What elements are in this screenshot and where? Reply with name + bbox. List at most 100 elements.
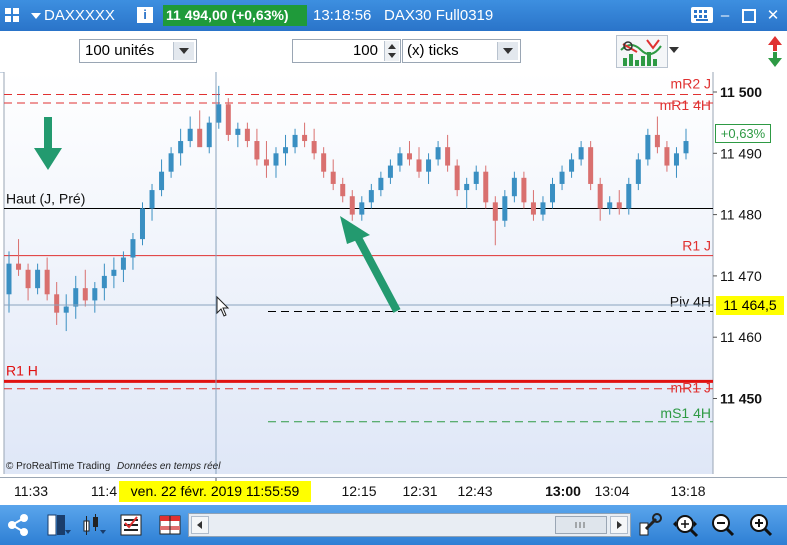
candle-body	[492, 202, 498, 221]
contract-name: DAX30 Full0319	[384, 7, 494, 24]
scroll-right-icon[interactable]	[610, 516, 628, 534]
list-icon[interactable]	[119, 513, 143, 537]
candle-body	[139, 208, 145, 240]
time-axis[interactable]: 11:33 11:4 12:15 12:31 12:43 13:00 13:04 13:18 …	[0, 477, 787, 506]
candles-icon[interactable]	[80, 513, 106, 537]
order-arrows-icon[interactable]	[764, 33, 786, 70]
candle-body	[673, 153, 679, 166]
dropdown-icon[interactable]	[31, 13, 41, 19]
level-label: R1 J	[682, 238, 711, 254]
candle-body	[120, 257, 126, 270]
wrench-icon[interactable]	[638, 513, 662, 537]
candle-body	[292, 134, 298, 148]
level-label: Piv 4H	[670, 293, 711, 309]
level-label: mR2 J	[671, 75, 711, 91]
symbol-name[interactable]: DAXXXXX	[44, 7, 115, 24]
candle-body	[445, 147, 451, 166]
candle-body	[101, 275, 107, 289]
candle-body	[225, 104, 231, 135]
candle-body	[6, 263, 12, 295]
watermark-brand: © ProRealTime Trading	[6, 461, 111, 472]
candle-body	[502, 196, 508, 221]
candle-body	[73, 288, 79, 307]
candlestick-chart[interactable]: mR2 J mR1 4H Haut (J, Pré) R1 J Piv 4H R1 H mR…	[0, 72, 787, 477]
candle-body	[406, 153, 412, 160]
candle-body	[44, 269, 50, 295]
horizontal-scrollbar[interactable]	[188, 513, 631, 537]
candle-body	[92, 288, 98, 301]
y-tick-label: 11 490	[720, 145, 762, 161]
zoom-in-icon[interactable]	[749, 513, 773, 537]
candle-body	[187, 128, 193, 142]
candle-body	[473, 171, 479, 184]
scroll-left-icon[interactable]	[191, 516, 209, 534]
candle-body	[511, 177, 517, 197]
x-tick-label: 11:4	[90, 483, 118, 499]
tick-count-value: 100	[352, 42, 378, 59]
quantity-select[interactable]: 100 unités	[79, 39, 197, 63]
candle-body	[178, 141, 184, 154]
watermark: © ProRealTime Trading Données en temps r…	[6, 461, 220, 472]
chevron-down-icon[interactable]	[173, 42, 194, 60]
close-button[interactable]: ✕	[763, 6, 783, 26]
candle-body	[54, 294, 60, 313]
x-tick-label: 13:00	[545, 483, 581, 499]
layout-icon[interactable]	[45, 513, 71, 537]
candle-body	[235, 128, 241, 135]
candle-body	[359, 202, 365, 215]
candle-body	[206, 122, 212, 148]
tick-count-field[interactable]: 100	[292, 39, 401, 63]
minimize-button[interactable]: –	[715, 6, 735, 26]
candle-body	[349, 196, 355, 215]
watermark-note: Données en temps réel	[117, 461, 221, 472]
candle-body	[130, 239, 136, 258]
candle-body	[263, 159, 269, 166]
keyboard-icon[interactable]	[691, 7, 713, 23]
x-tick-label: 12:31	[402, 483, 438, 499]
share-icon[interactable]	[6, 513, 30, 537]
maximize-button[interactable]	[739, 6, 759, 26]
candle-body	[530, 202, 536, 215]
stepper-icon[interactable]	[384, 41, 399, 61]
candle-body	[254, 141, 260, 160]
y-tick-label: 11 450	[720, 391, 762, 407]
candle-body	[540, 202, 546, 215]
plot-area[interactable]	[4, 72, 713, 474]
level-label: Haut (J, Pré)	[6, 190, 85, 206]
candle-body	[483, 171, 489, 203]
grid-icon[interactable]	[158, 513, 182, 537]
chart-tools-button[interactable]	[616, 35, 668, 68]
x-tick-label: 12:43	[457, 483, 493, 499]
candle-body	[311, 141, 317, 154]
y-tick-label: 11 480	[720, 207, 762, 223]
level-label: mS1 4H	[660, 405, 711, 421]
indicator-chart-icon	[620, 39, 662, 66]
tick-unit-select[interactable]: (x) ticks	[402, 39, 521, 63]
price-chart[interactable]: mR2 J mR1 4H Haut (J, Pré) R1 J Piv 4H R1 H mR…	[0, 72, 787, 477]
y-tick-label: 11 500	[720, 84, 762, 100]
level-label: mR1 J	[671, 380, 711, 396]
zoom-fit-icon[interactable]	[673, 513, 699, 538]
current-change-badge: +0,63%	[715, 124, 771, 143]
title-bar: DAXXXXX i 11 494,00 (+0,63%) 13:18:56 DA…	[0, 0, 787, 31]
candle-body	[397, 153, 403, 166]
candle-body	[273, 153, 279, 166]
candle-body	[683, 141, 689, 154]
candle-body	[368, 190, 374, 203]
cursor-time-badge: ven. 22 févr. 2019 11:55:59	[119, 481, 311, 502]
candle-body	[378, 177, 384, 191]
zoom-out-icon[interactable]	[711, 513, 735, 537]
chevron-down-icon[interactable]	[669, 47, 679, 53]
candle-body	[416, 159, 422, 172]
candle-body	[111, 269, 117, 276]
scroll-thumb[interactable]	[555, 516, 607, 534]
candle-body	[35, 269, 41, 289]
candle-body	[168, 153, 174, 172]
window-grid-icon[interactable]	[4, 7, 20, 23]
candle-body	[330, 171, 336, 184]
candle-body	[159, 171, 165, 191]
info-icon[interactable]: i	[137, 7, 153, 23]
chevron-down-icon[interactable]	[497, 42, 518, 60]
candle-body	[559, 171, 565, 184]
y-tick-label: 11 470	[720, 268, 762, 284]
